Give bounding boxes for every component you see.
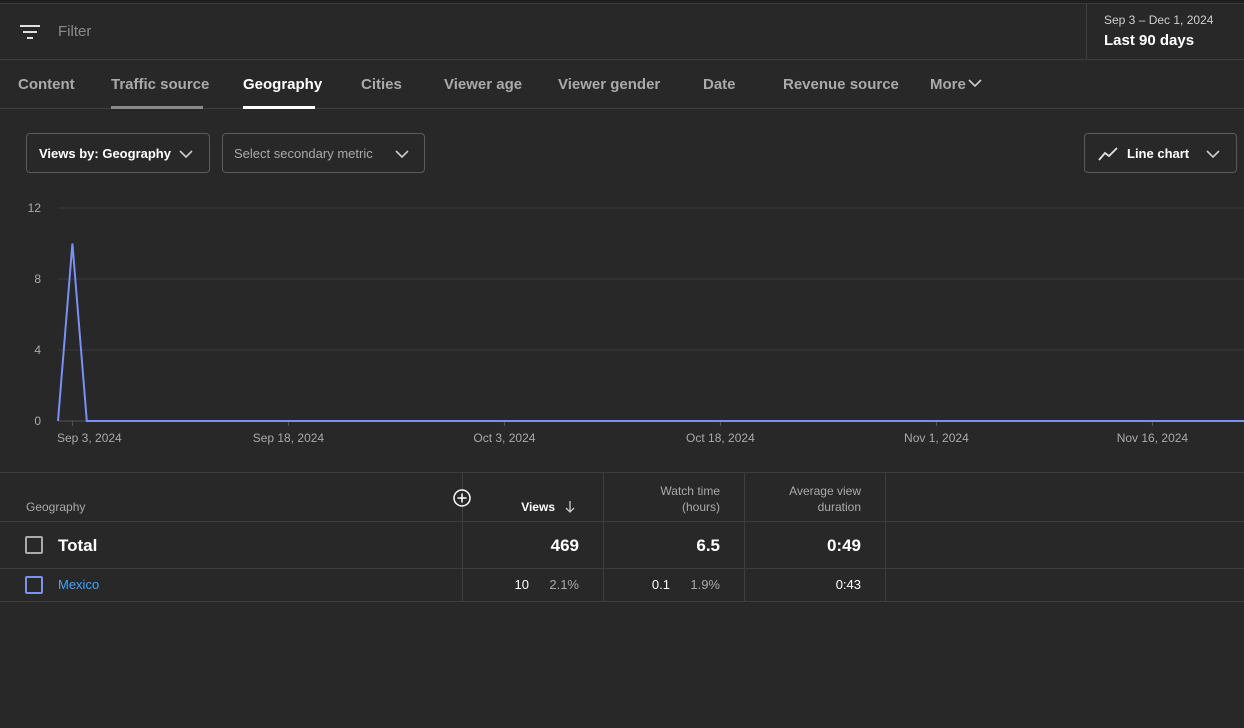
series-line-mexico	[57, 243, 1244, 422]
chevron-down-icon	[968, 79, 982, 88]
row-watch-time: 0.1	[651, 577, 670, 592]
add-column-icon[interactable]	[452, 488, 472, 508]
row-checkbox-mexico[interactable]	[25, 576, 43, 594]
chevron-down-icon	[395, 150, 409, 159]
primary-metric-label: Views by: Geography	[39, 146, 171, 161]
y-tick-label: 0	[34, 414, 41, 428]
row-views: 10	[514, 577, 529, 592]
column-header-views[interactable]: Views	[521, 499, 555, 515]
date-preset-text: Last 90 days	[1104, 32, 1195, 49]
total-watch-time: 6.5	[696, 536, 720, 555]
tab-cities[interactable]: Cities	[361, 76, 402, 93]
sort-down-arrow-icon[interactable]	[564, 500, 576, 514]
tab-more[interactable]: More	[930, 76, 966, 93]
table-top-border	[0, 472, 1244, 473]
tab-date[interactable]: Date	[703, 76, 736, 93]
y-tick-label: 12	[28, 201, 42, 215]
watch-time-header-line2: (hours)	[681, 500, 720, 514]
tab-viewer-age[interactable]: Viewer age	[444, 76, 522, 93]
table-total-border	[0, 568, 1244, 569]
x-tick-label: Nov 1, 2024	[904, 431, 969, 445]
column-divider	[603, 472, 604, 602]
table-header-border	[0, 521, 1244, 522]
secondary-metric-label: Select secondary metric	[234, 146, 373, 161]
tab-traffic-source[interactable]: Traffic source	[111, 76, 209, 93]
total-label: Total	[58, 536, 98, 555]
x-tick-label: Oct 3, 2024	[473, 431, 535, 445]
x-tick-label: Sep 18, 2024	[253, 431, 325, 445]
watch-time-header-line1: Watch time	[660, 484, 720, 498]
tab-viewer-gender[interactable]: Viewer gender	[558, 76, 660, 93]
filter-icon[interactable]	[20, 25, 40, 39]
row-views-percent: 2.1%	[549, 577, 579, 592]
chart-type-dropdown[interactable]: Line chart	[1084, 133, 1237, 173]
total-views: 469	[550, 536, 579, 555]
total-avg-duration: 0:49	[826, 536, 861, 555]
x-tick-label: Sep 3, 2024	[57, 431, 122, 445]
filter-bar: Filter Sep 3 – Dec 1, 2024 Last 90 days	[0, 4, 1244, 60]
tab-revenue-source[interactable]: Revenue source	[783, 76, 899, 93]
chevron-down-icon	[179, 150, 193, 159]
y-tick-label: 8	[34, 272, 41, 286]
avg-duration-header-line2: duration	[817, 500, 861, 514]
tab-active-underline	[243, 106, 315, 109]
y-tick-label: 4	[34, 343, 41, 357]
column-divider	[744, 472, 745, 602]
chevron-down-icon	[1206, 150, 1220, 159]
column-divider	[885, 472, 886, 602]
row-link-mexico[interactable]: Mexico	[58, 577, 99, 592]
dimension-tabs: Content Traffic source Geography Cities …	[0, 60, 1244, 109]
tab-hover-underline	[111, 106, 203, 109]
tab-content[interactable]: Content	[18, 76, 75, 93]
primary-metric-dropdown[interactable]: Views by: Geography	[26, 133, 210, 173]
line-chart-icon	[1098, 147, 1118, 161]
tab-geography[interactable]: Geography	[243, 76, 322, 93]
secondary-metric-dropdown[interactable]: Select secondary metric	[222, 133, 425, 173]
filter-input[interactable]: Filter	[58, 23, 91, 40]
chart-type-label: Line chart	[1127, 146, 1190, 161]
row-watch-time-percent: 1.9%	[690, 577, 720, 592]
avg-duration-header-line1: Average view	[789, 484, 861, 498]
table-row-border	[0, 601, 1244, 602]
date-range-text: Sep 3 – Dec 1, 2024	[1104, 13, 1214, 27]
row-avg-duration: 0:43	[835, 577, 861, 592]
x-tick-label: Nov 16, 2024	[1117, 431, 1189, 445]
column-header-avg-duration[interactable]: Average view duration	[789, 483, 861, 515]
x-tick-label: Oct 18, 2024	[686, 431, 755, 445]
views-line-chart: 0 4 8 12 Sep 3, 2024 Sep 18, 2024 Oct 3, 2024 O…	[28, 201, 1244, 445]
total-checkbox[interactable]	[25, 536, 43, 554]
column-header-geography[interactable]: Geography	[26, 499, 85, 515]
date-range-picker[interactable]: Sep 3 – Dec 1, 2024 Last 90 days	[1086, 4, 1244, 60]
column-header-watch-time[interactable]: Watch time (hours)	[660, 483, 720, 515]
